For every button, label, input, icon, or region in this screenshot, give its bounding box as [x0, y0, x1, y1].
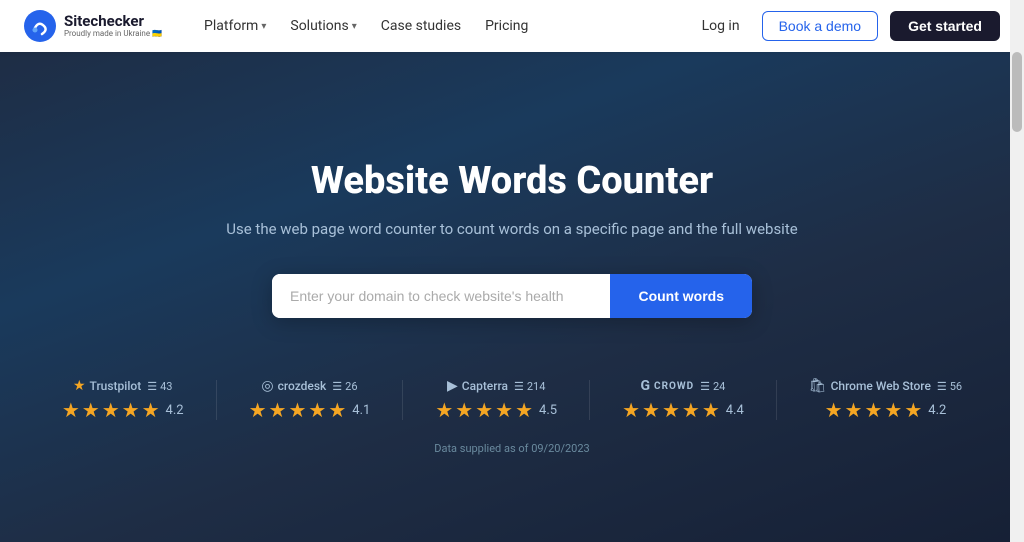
- domain-input[interactable]: [272, 274, 610, 318]
- capterra-logo: ▶ Capterra: [447, 378, 508, 394]
- logo-text: Sitechecker Proudly made in Ukraine 🇺🇦: [64, 13, 162, 38]
- rating-gcrowd: G CROWD ☰ 24 ★ ★ ★ ★ ★ 4.4: [622, 378, 744, 422]
- nav-solutions[interactable]: Solutions ▾: [280, 12, 366, 40]
- hero-title: Website Words Counter: [311, 159, 713, 205]
- logo-tagline: Proudly made in Ukraine 🇺🇦: [64, 30, 162, 39]
- divider-3: [589, 380, 590, 420]
- capterra-reviews: ☰ 214: [514, 380, 545, 393]
- search-box: Count words: [272, 274, 752, 318]
- gcrowd-stars: ★ ★ ★ ★ ★ 4.4: [622, 398, 744, 422]
- trustpilot-reviews: ☰ 43: [147, 380, 172, 393]
- login-button[interactable]: Log in: [692, 12, 750, 40]
- book-demo-button[interactable]: Book a demo: [762, 11, 879, 41]
- capterra-stars: ★ ★ ★ ★ ★ 4.5: [435, 398, 557, 422]
- nav-links: Platform ▾ Solutions ▾ Case studies Pric…: [194, 12, 692, 40]
- crozdesk-stars: ★ ★ ★ ★ ★ 4.1: [249, 398, 371, 422]
- chevron-down-icon: ▾: [352, 21, 357, 32]
- rating-capterra: ▶ Capterra ☰ 214 ★ ★ ★ ★ ★ 4.5: [435, 378, 557, 422]
- nav-pricing[interactable]: Pricing: [475, 12, 538, 40]
- nav-actions: Log in Book a demo Get started: [692, 11, 1000, 41]
- rating-crozdesk: ◎ crozdesk ☰ 26 ★ ★ ★ ★ ★ 4.1: [249, 378, 371, 422]
- crozdesk-logo: ◎ crozdesk: [261, 378, 326, 394]
- get-started-button[interactable]: Get started: [890, 11, 1000, 41]
- count-words-button[interactable]: Count words: [610, 274, 752, 318]
- divider-4: [776, 380, 777, 420]
- hero-subtitle: Use the web page word counter to count w…: [226, 220, 797, 238]
- nav-case-studies[interactable]: Case studies: [371, 12, 471, 40]
- gcrowd-logo: G CROWD: [640, 378, 694, 394]
- chrome-stars: ★ ★ ★ ★ ★ 4.2: [825, 398, 947, 422]
- scrollbar-thumb[interactable]: [1012, 52, 1022, 132]
- crozdesk-reviews: ☰ 26: [332, 380, 357, 393]
- chevron-down-icon: ▾: [261, 21, 266, 32]
- data-supplied-text: Data supplied as of 09/20/2023: [434, 442, 589, 455]
- logo-icon: [24, 10, 56, 42]
- chrome-logo: 🛍 Chrome Web Store: [809, 378, 931, 394]
- navbar: Sitechecker Proudly made in Ukraine 🇺🇦 P…: [0, 0, 1024, 52]
- trustpilot-icon: ★: [73, 378, 86, 394]
- rating-trustpilot: ★ Trustpilot ☰ 43 ★ ★ ★ ★ ★ 4.2: [62, 378, 184, 422]
- logo-name: Sitechecker: [64, 13, 162, 30]
- chrome-reviews: ☰ 56: [937, 380, 962, 393]
- nav-platform[interactable]: Platform ▾: [194, 12, 276, 40]
- trustpilot-logo: ★ Trustpilot: [73, 378, 141, 394]
- ratings-row: ★ Trustpilot ☰ 43 ★ ★ ★ ★ ★ 4.2: [62, 378, 962, 422]
- logo[interactable]: Sitechecker Proudly made in Ukraine 🇺🇦: [24, 10, 162, 42]
- rating-chrome: 🛍 Chrome Web Store ☰ 56 ★ ★ ★ ★ ★ 4.2: [809, 378, 962, 422]
- trustpilot-stars: ★ ★ ★ ★ ★ 4.2: [62, 398, 184, 422]
- hero-section: Website Words Counter Use the web page w…: [0, 52, 1024, 542]
- divider-2: [402, 380, 403, 420]
- scrollbar[interactable]: [1010, 0, 1024, 542]
- gcrowd-reviews: ☰ 24: [700, 380, 725, 393]
- divider-1: [216, 380, 217, 420]
